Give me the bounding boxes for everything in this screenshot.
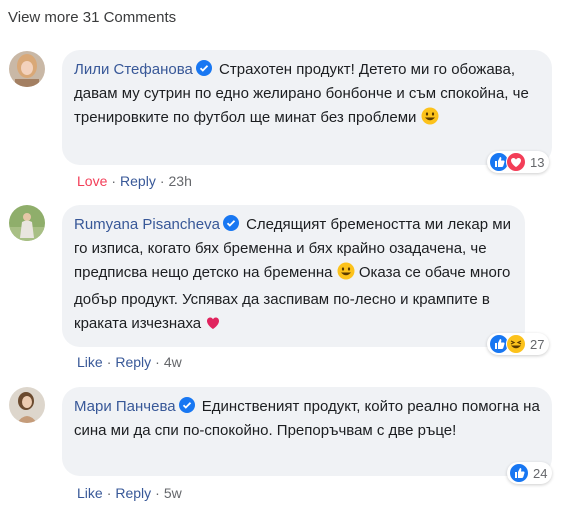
comment-timestamp[interactable]: 5w	[164, 485, 182, 501]
verified-badge-icon	[222, 215, 239, 231]
comment-actions: Love · Reply · 23h	[77, 173, 192, 189]
like-action[interactable]: Like	[77, 485, 103, 501]
separator: ·	[159, 173, 165, 189]
comment-bubble: Мари Панчева Единственият продукт, който…	[62, 387, 552, 476]
reactions-summary[interactable]: 13	[487, 151, 550, 173]
reply-button[interactable]: Reply	[115, 485, 151, 501]
comment-timestamp[interactable]: 23h	[169, 173, 192, 189]
comment-timestamp[interactable]: 4w	[164, 354, 182, 370]
comment-author[interactable]: Мари Панчева	[74, 398, 176, 415]
separator: ·	[106, 354, 112, 370]
separator: ·	[111, 173, 117, 189]
avatar[interactable]	[9, 387, 45, 423]
grinning-emoji-icon	[337, 262, 355, 288]
love-reaction-icon	[506, 152, 526, 172]
comment-actions: Like · Reply · 4w	[77, 354, 182, 370]
comment-actions: Like · Reply · 5w	[77, 485, 182, 501]
reactions-summary[interactable]: 27	[487, 333, 550, 355]
reaction-count: 13	[530, 154, 545, 170]
separator: ·	[155, 485, 160, 501]
avatar[interactable]	[9, 51, 45, 87]
like-reaction-icon	[509, 463, 529, 483]
view-more-comments-link[interactable]: View more 31 Comments	[8, 9, 176, 26]
reply-button[interactable]: Reply	[120, 173, 156, 189]
verified-badge-icon	[178, 397, 195, 413]
love-action[interactable]: Love	[77, 173, 107, 189]
heart-emoji-icon	[205, 315, 221, 339]
avatar[interactable]	[9, 205, 45, 241]
like-action[interactable]: Like	[77, 354, 103, 370]
comment-bubble: Лили Стефанова Страхотен продукт! Детето…	[62, 50, 552, 165]
separator: ·	[106, 485, 112, 501]
comment-author[interactable]: Лили Стефанова	[74, 61, 193, 78]
reaction-count: 24	[533, 465, 548, 481]
reactions-summary[interactable]: 24	[507, 462, 553, 484]
haha-reaction-icon	[506, 334, 526, 354]
separator: ·	[155, 354, 160, 370]
reaction-count: 27	[530, 336, 545, 352]
grinning-emoji-icon	[421, 107, 439, 133]
comment-author[interactable]: Rumyana Pisancheva	[74, 216, 220, 233]
verified-badge-icon	[195, 60, 212, 76]
comment-bubble: Rumyana Pisancheva Следящият бремеността…	[62, 205, 525, 347]
reply-button[interactable]: Reply	[115, 354, 151, 370]
